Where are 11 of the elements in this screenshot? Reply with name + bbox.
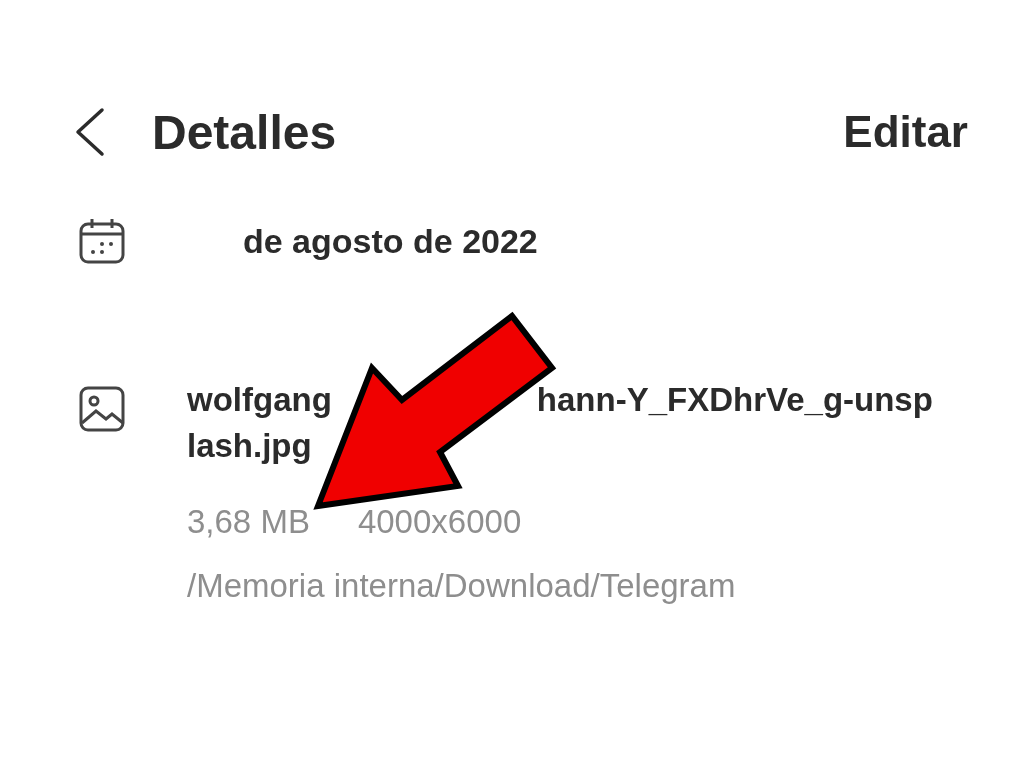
image-resolution: 4000x6000 bbox=[357, 503, 522, 540]
file-name: hann-Y_FXDhrVe_g-unsp bbox=[536, 381, 933, 418]
calendar-icon bbox=[78, 217, 126, 265]
screen-title: Detalles bbox=[152, 104, 338, 160]
file-path: /Memoria interna/Download/Telegram bbox=[187, 567, 736, 604]
date-text: de agosto de 2022 bbox=[243, 221, 538, 261]
file-size: 3,68 MB bbox=[187, 503, 310, 540]
file-name: wolfgang bbox=[187, 381, 332, 418]
edit-button[interactable]: Editar bbox=[843, 107, 968, 157]
image-icon bbox=[78, 385, 126, 433]
file-name: lash.jpg bbox=[187, 427, 312, 464]
